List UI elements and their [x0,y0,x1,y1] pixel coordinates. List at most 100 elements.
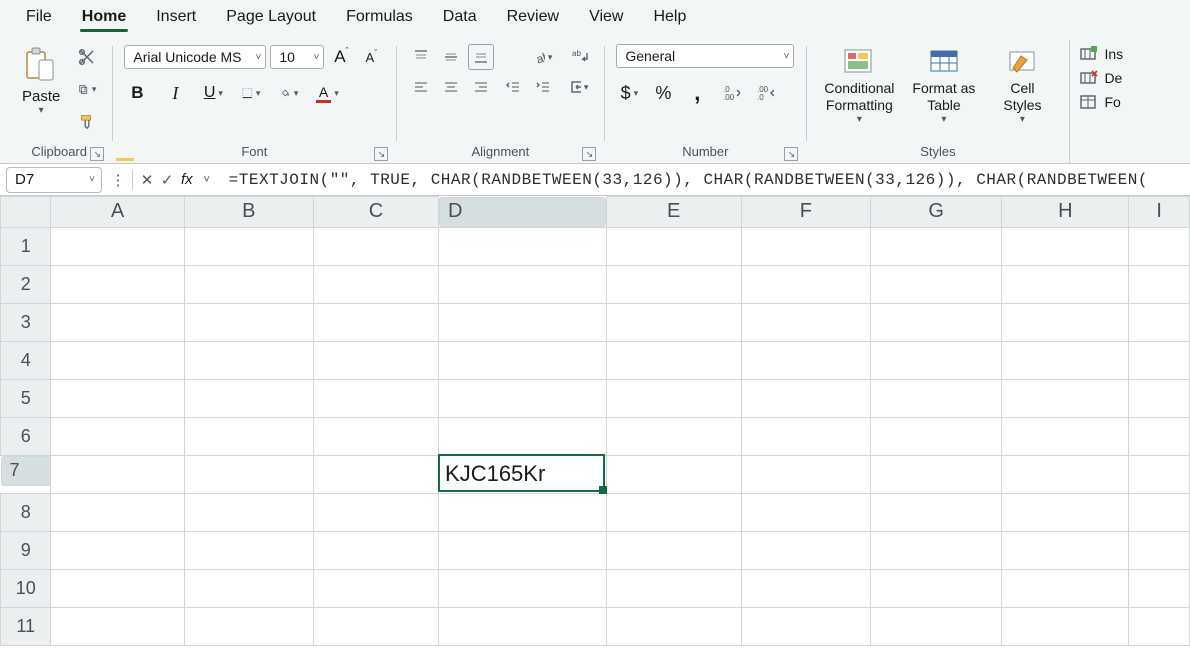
column-header-C[interactable]: C [313,197,438,228]
comma-format-button[interactable]: , [684,80,710,106]
orientation-button[interactable]: ab [530,44,556,70]
cell-C7[interactable] [313,455,438,493]
font-name-select[interactable]: Arial Unicode MS˅ [124,45,266,69]
cell-I2[interactable] [1129,265,1190,303]
italic-button[interactable]: I [162,80,188,106]
chevron-down-icon[interactable]: ˅ [197,169,217,191]
formula-input[interactable]: =TEXTJOIN("", TRUE, CHAR(RANDBETWEEN(33,… [223,167,1190,193]
cell-D3[interactable] [439,303,607,341]
cell-H7[interactable] [1002,455,1129,493]
row-header-4[interactable]: 4 [1,341,51,379]
cell-F1[interactable] [741,227,870,265]
cell-D9[interactable] [439,531,607,569]
cell-G2[interactable] [871,265,1002,303]
cell-A3[interactable] [51,303,184,341]
cell-D6[interactable] [439,417,607,455]
cell-I3[interactable] [1129,303,1190,341]
tab-page-layout[interactable]: Page Layout [224,4,318,32]
align-top-button[interactable] [408,44,434,70]
cell-B5[interactable] [184,379,313,417]
font-size-select[interactable]: 10˅ [270,45,324,69]
cell-G7[interactable] [871,455,1002,493]
name-box[interactable]: D7 ˅ [6,167,102,193]
align-middle-button[interactable] [438,44,464,70]
cell-G6[interactable] [871,417,1002,455]
cell-C3[interactable] [313,303,438,341]
row-header-5[interactable]: 5 [1,379,51,417]
row-header-11[interactable]: 11 [1,607,51,645]
format-as-table-button[interactable]: Format as Table ▾ [906,44,981,127]
cell-C6[interactable] [313,417,438,455]
cell-B1[interactable] [184,227,313,265]
column-header-B[interactable]: B [184,197,313,228]
increase-decimal-button[interactable]: .0.00 [718,80,744,106]
cell-E3[interactable] [606,303,741,341]
cell-A4[interactable] [51,341,184,379]
percent-format-button[interactable]: % [650,80,676,106]
cell-D1[interactable] [439,227,607,265]
cell-E1[interactable] [606,227,741,265]
cell-G5[interactable] [871,379,1002,417]
row-header-3[interactable]: 3 [1,303,51,341]
cell-I8[interactable] [1129,493,1190,531]
insert-cells-button[interactable]: Ins [1080,46,1123,62]
fx-icon[interactable]: fx [181,171,193,188]
cell-H2[interactable] [1002,265,1129,303]
cut-button[interactable] [74,44,100,70]
cell-C1[interactable] [313,227,438,265]
cell-B7[interactable] [184,455,313,493]
clipboard-dialog-launcher[interactable]: ↘ [90,147,104,161]
cell-A10[interactable] [51,569,184,607]
cell-H10[interactable] [1002,569,1129,607]
merge-center-button[interactable] [566,74,592,100]
row-header-6[interactable]: 6 [1,417,51,455]
cell-H8[interactable] [1002,493,1129,531]
underline-button[interactable]: U [200,80,226,106]
cell-G4[interactable] [871,341,1002,379]
cell-I10[interactable] [1129,569,1190,607]
cell-E9[interactable] [606,531,741,569]
cell-D2[interactable] [439,265,607,303]
paste-dropdown-icon[interactable]: ▾ [39,105,44,116]
cell-H5[interactable] [1002,379,1129,417]
cell-A8[interactable] [51,493,184,531]
cell-A7[interactable] [51,455,184,493]
row-header-7[interactable]: 7 [1,456,51,486]
align-left-button[interactable] [408,74,434,100]
decrease-indent-button[interactable] [500,74,526,100]
cell-G10[interactable] [871,569,1002,607]
column-header-I[interactable]: I [1129,197,1190,228]
cell-A5[interactable] [51,379,184,417]
format-painter-button[interactable] [74,108,100,134]
align-center-button[interactable] [438,74,464,100]
cell-D7[interactable]: KJC165Kr [439,455,607,493]
cell-B8[interactable] [184,493,313,531]
row-header-2[interactable]: 2 [1,265,51,303]
font-dialog-launcher[interactable]: ↘ [374,147,388,161]
formula-menu-button[interactable]: ⋮ [108,169,128,191]
cell-A6[interactable] [51,417,184,455]
cell-B2[interactable] [184,265,313,303]
column-header-E[interactable]: E [606,197,741,228]
cell-A2[interactable] [51,265,184,303]
cell-D4[interactable] [439,341,607,379]
cell-B3[interactable] [184,303,313,341]
cell-F5[interactable] [741,379,870,417]
cell-B9[interactable] [184,531,313,569]
cell-F3[interactable] [741,303,870,341]
cell-styles-button[interactable]: Cell Styles ▾ [987,44,1057,127]
cell-C9[interactable] [313,531,438,569]
row-header-1[interactable]: 1 [1,227,51,265]
cell-B11[interactable] [184,607,313,645]
wrap-text-button[interactable]: ab [566,44,592,70]
cell-C2[interactable] [313,265,438,303]
cell-G1[interactable] [871,227,1002,265]
cell-H9[interactable] [1002,531,1129,569]
cell-E4[interactable] [606,341,741,379]
row-header-9[interactable]: 9 [1,531,51,569]
column-header-G[interactable]: G [871,197,1002,228]
conditional-formatting-button[interactable]: Conditional Formatting ▾ [818,44,900,127]
alignment-dialog-launcher[interactable]: ↘ [582,147,596,161]
cell-H3[interactable] [1002,303,1129,341]
cell-G11[interactable] [871,607,1002,645]
